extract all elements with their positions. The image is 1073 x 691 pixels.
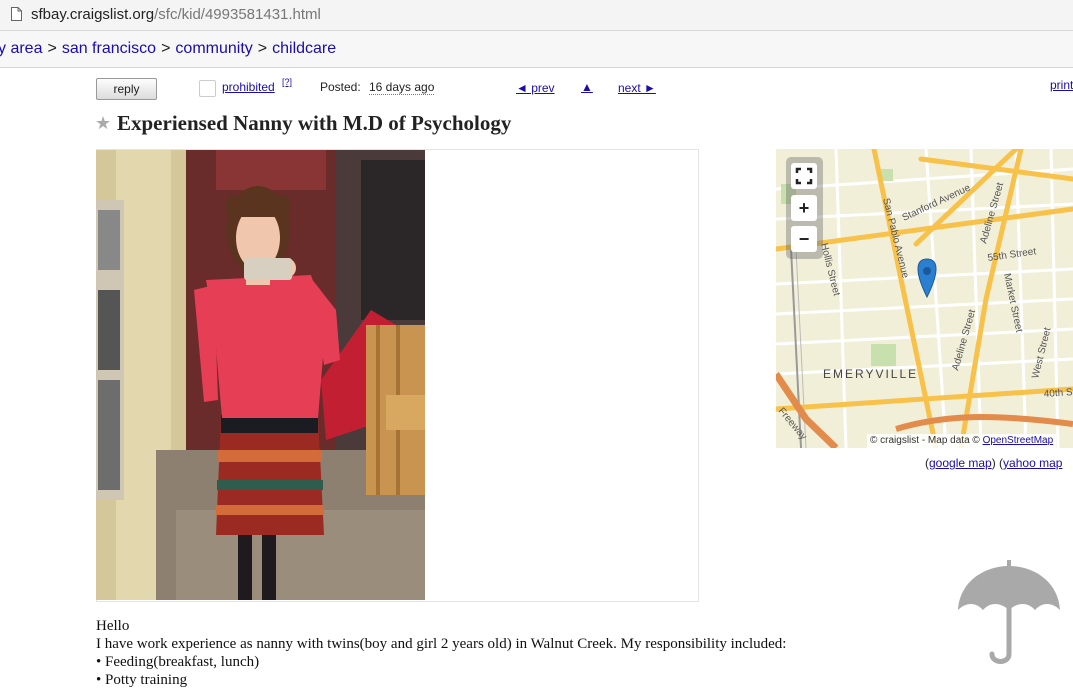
url-host: sfbay.craigslist.org [31,6,155,23]
prohibited-help-link[interactable]: [?] [282,77,292,87]
post-body: Hello I have work experience as nanny wi… [96,617,786,689]
posted-time: 16 days ago [369,80,435,95]
breadcrumb: y area > san francisco > community > childcare [0,31,1073,68]
prev-link[interactable]: ◄ prev [516,81,555,95]
zoom-out-button[interactable]: − [791,226,817,252]
post-body-line: • Feeding(breakfast, lunch) [96,654,260,670]
flag-checkbox[interactable] [199,80,216,97]
post-photo[interactable] [96,150,425,600]
print-link[interactable]: print [1050,78,1073,92]
breadcrumb-bay-area[interactable]: y area [0,40,42,57]
favorite-star-icon[interactable]: ★ [95,113,111,134]
reply-button[interactable]: reply [96,78,157,100]
map-label-40th-street: 40th Street [1043,386,1073,400]
breadcrumb-separator: > [161,40,171,57]
map-attribution-text: © craigslist - Map data © [870,435,980,446]
breadcrumb-san-francisco[interactable]: san francisco [62,40,156,57]
next-link[interactable]: next ► [618,81,656,95]
map-label-emeryville: EMERYVILLE [823,367,918,381]
breadcrumb-childcare[interactable]: childcare [272,40,336,57]
address-bar[interactable]: sfbay.craigslist.org/sfc/kid/4993581431.… [0,0,1073,31]
fullscreen-icon[interactable] [791,163,817,189]
map-links: (google map) (yahoo map [925,456,1063,470]
post-body-line: Hello [96,618,130,634]
map-controls: + − [786,157,823,259]
yahoo-map-link[interactable]: yahoo map [1003,456,1062,470]
url-path: /sfc/kid/4993581431.html [154,6,321,23]
google-map-link[interactable]: google map [929,456,992,470]
page-icon [11,7,22,21]
breadcrumb-community[interactable]: community [175,40,252,57]
map-attribution: © craigslist - Map data © OpenStreetMap [867,434,1057,448]
up-link[interactable]: ▲ [581,80,593,94]
post-title: Experiensed Nanny with M.D of Psychology [117,111,512,135]
post-body-line: • Potty training [96,672,188,688]
breadcrumb-separator: > [257,40,268,57]
post-body-line: I have work experience as nanny with twi… [96,636,787,652]
breadcrumb-separator: > [47,40,57,57]
umbrella-icon [958,560,1060,664]
prohibited-link[interactable]: prohibited [222,80,275,94]
url-text[interactable]: sfbay.craigslist.org/sfc/kid/4993581431.… [31,6,321,23]
zoom-in-button[interactable]: + [791,195,817,221]
posted-label: Posted: [320,80,361,94]
openstreetmap-link[interactable]: OpenStreetMap [983,435,1054,446]
